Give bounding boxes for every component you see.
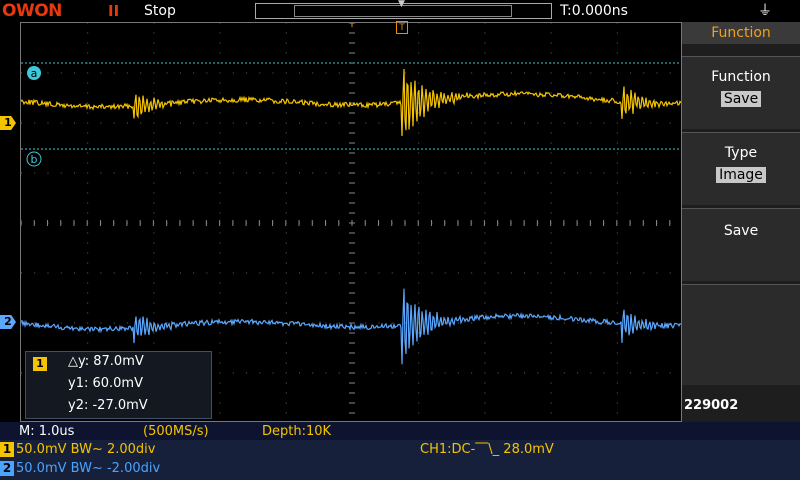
menu-option-value: Save <box>720 91 762 107</box>
usb-icon: ⏚ <box>758 3 772 19</box>
ch1-settings-text: 50.0mV BW~ 2.00div <box>16 442 156 457</box>
y1-readout: y1: 60.0mV <box>68 376 143 391</box>
y2-readout: y2: -27.0mV <box>68 398 148 413</box>
menu-option-title: Type <box>724 145 758 161</box>
trigger-settings[interactable]: CH1:DC-⎺\_ 28.0mV <box>420 442 554 457</box>
pause-icon[interactable]: II <box>108 0 119 22</box>
cursor-a-label: a <box>31 67 38 80</box>
run-state-label: Stop <box>144 3 176 19</box>
ch1-badge: 1 <box>0 442 14 457</box>
menu-option-value: Image <box>716 167 766 183</box>
top-status-bar: OWON II Stop ▼ T:0.000ns ⏚ <box>0 0 800 22</box>
sample-rate-readout: (500MS/s) <box>143 424 209 439</box>
measure-channel-badge: 1 <box>33 357 47 371</box>
trigger-time-readout: T:0.000ns <box>560 3 628 19</box>
cursor-measurement-box: 1 △y: 87.0mV y1: 60.0mV y2: -27.0mV <box>25 351 212 419</box>
ch2-badge: 2 <box>0 461 14 476</box>
serial-number: 229002 <box>684 398 739 413</box>
menu-function-option[interactable]: Function Save <box>682 56 800 129</box>
ch1-level-marker[interactable]: 1 <box>0 116 16 130</box>
ch2-level-marker[interactable]: 2 <box>0 315 16 329</box>
timebase-readout: M: 1.0us <box>19 424 75 439</box>
menu-type-option[interactable]: Type Image <box>682 132 800 205</box>
ch1-settings[interactable]: 1 50.0mV BW~ 2.00div <box>0 442 155 457</box>
timebase-row <box>0 422 800 440</box>
menu-option-title: Function <box>711 69 771 85</box>
menu-empty-slot <box>682 284 800 385</box>
cursor-b-label: b <box>31 153 38 166</box>
menu-header: Function <box>682 22 800 44</box>
menu-save-button[interactable]: Save <box>682 208 800 281</box>
memory-depth-readout: Depth:10K <box>262 424 332 439</box>
trigger-position-marker[interactable]: T <box>396 21 408 34</box>
memory-position-bar: ▼ <box>255 0 552 19</box>
brand-logo: OWON <box>2 1 62 21</box>
bottom-status-bar: M: 1.0us (500MS/s) Depth:10K 1 50.0mV BW~… <box>0 422 800 480</box>
ch2-settings[interactable]: 2 50.0mV BW~ -2.00div <box>0 461 160 476</box>
ch2-settings-text: 50.0mV BW~ -2.00div <box>16 461 161 476</box>
delta-y-readout: △y: 87.0mV <box>68 354 144 369</box>
menu-option-title: Save <box>723 223 759 239</box>
position-marker-icon: ▼ <box>398 0 405 9</box>
function-menu: Function Function Save Type Image Save 2… <box>682 22 800 422</box>
